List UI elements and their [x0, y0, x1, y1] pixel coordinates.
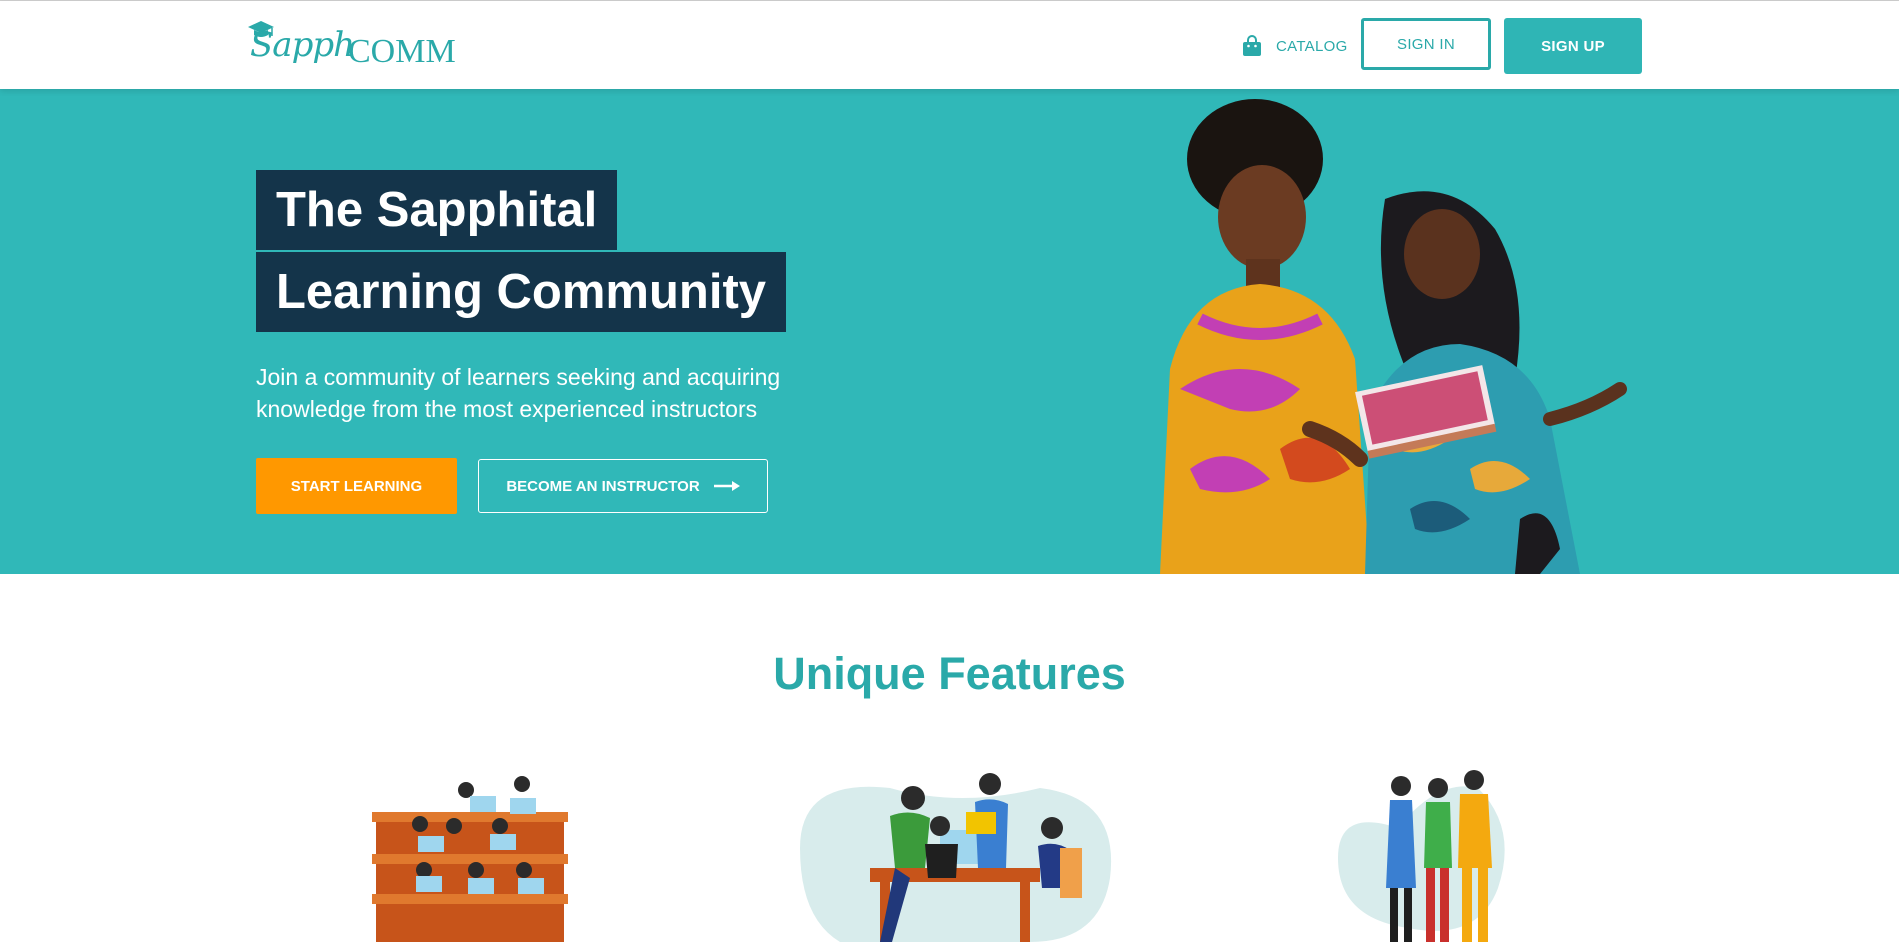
sign-in-button[interactable]: SIGN IN — [1361, 18, 1491, 70]
logo-script-text: Sapph — [250, 25, 355, 65]
hero-students-photo — [1160, 99, 1627, 574]
logo[interactable]: Sapph COMM — [244, 19, 474, 75]
sign-up-button[interactable]: SIGN UP — [1504, 18, 1642, 74]
navbar: Sapph COMM CATALOG SIGN IN SIGN UP — [0, 1, 1899, 89]
become-instructor-button[interactable]: BECOME AN INSTRUCTOR — [478, 459, 768, 513]
team-collaboration-illustration — [800, 773, 1112, 942]
catalog-link[interactable]: CATALOG — [1242, 31, 1348, 61]
hero-title-line-1: The Sapphital — [256, 170, 618, 250]
become-instructor-label: BECOME AN INSTRUCTOR — [506, 477, 700, 495]
catalog-label: CATALOG — [1276, 37, 1348, 55]
lecture-hall-illustration — [372, 776, 568, 942]
hero-title-line-2: Learning Community — [256, 252, 787, 332]
start-learning-label: START LEARNING — [290, 477, 423, 495]
study-group-illustration — [1338, 770, 1505, 942]
hero-subtitle: Join a community of learners seeking and… — [256, 364, 781, 422]
hero-section: The Sapphital Learning Community Join a … — [0, 89, 1899, 574]
logo-caps-text: COMM — [348, 33, 456, 70]
arrow-right-icon — [713, 481, 740, 491]
start-learning-button[interactable]: START LEARNING — [256, 458, 457, 514]
unique-features-heading: Unique Features — [773, 648, 1126, 699]
shopping-bag-icon — [1243, 35, 1261, 56]
